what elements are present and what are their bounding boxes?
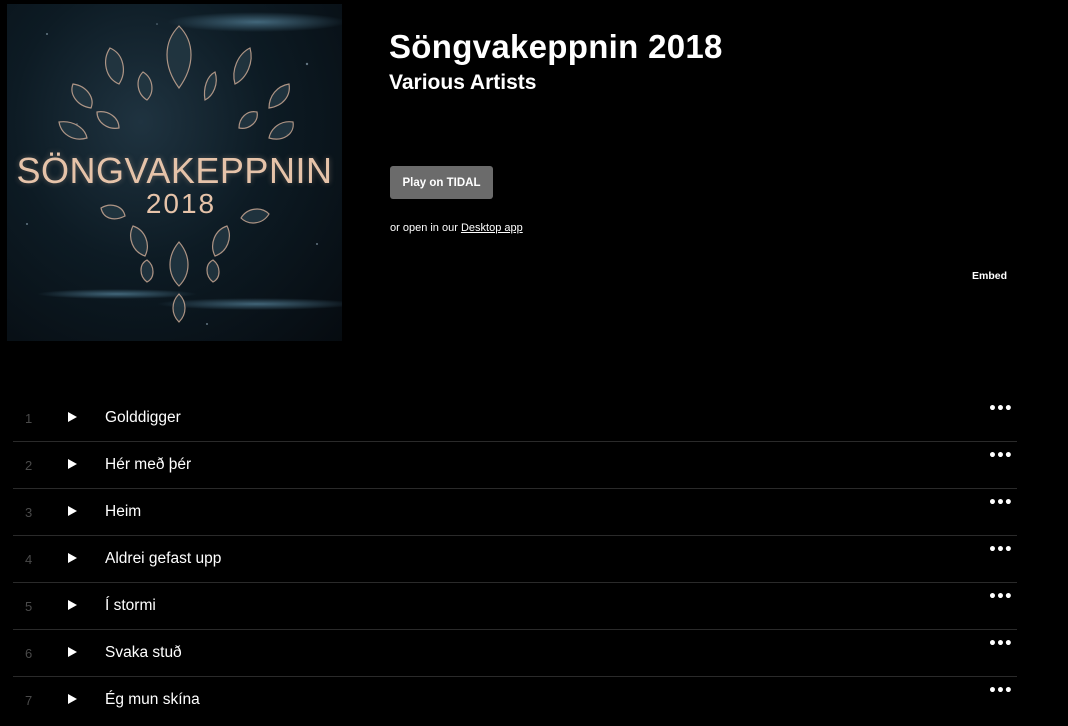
open-in-desktop-line: or open in our Desktop app <box>390 222 523 234</box>
track-row[interactable]: 7 Ég mun skína ••• <box>13 677 1017 724</box>
play-icon[interactable] <box>68 506 77 516</box>
ellipsis-icon[interactable]: ••• <box>988 683 1013 699</box>
track-title[interactable]: Í stormi <box>105 597 156 615</box>
play-icon[interactable] <box>68 553 77 563</box>
ellipsis-icon[interactable]: ••• <box>988 636 1013 652</box>
desktop-app-link[interactable]: Desktop app <box>461 222 523 234</box>
track-title[interactable]: Aldrei gefast upp <box>105 550 221 568</box>
track-row[interactable]: 2 Hér með þér ••• <box>13 442 1017 489</box>
album-page: SÖNGVAKEPPNIN 2018 Söngvakeppnin 2018 Va… <box>0 0 1068 726</box>
track-row[interactable]: 3 Heim ••• <box>13 489 1017 536</box>
play-icon[interactable] <box>68 694 77 704</box>
ellipsis-icon[interactable]: ••• <box>988 589 1013 605</box>
album-artist[interactable]: Various Artists <box>389 71 536 95</box>
track-row[interactable]: 6 Svaka stuð ••• <box>13 630 1017 677</box>
ellipsis-icon[interactable]: ••• <box>988 448 1013 464</box>
ellipsis-icon[interactable]: ••• <box>988 401 1013 417</box>
track-title[interactable]: Svaka stuð <box>105 644 182 662</box>
track-title[interactable]: Golddigger <box>105 409 181 427</box>
track-number: 5 <box>25 599 33 614</box>
play-icon[interactable] <box>68 459 77 469</box>
track-list: 1 Golddigger ••• 2 Hér með þér ••• 3 Hei… <box>13 395 1017 724</box>
track-title[interactable]: Ég mun skína <box>105 691 200 709</box>
track-row[interactable]: 4 Aldrei gefast upp ••• <box>13 536 1017 583</box>
play-icon[interactable] <box>68 412 77 422</box>
play-icon[interactable] <box>68 647 77 657</box>
play-icon[interactable] <box>68 600 77 610</box>
cover-title-text: SÖNGVAKEPPNIN <box>16 150 333 191</box>
ellipsis-icon[interactable]: ••• <box>988 495 1013 511</box>
album-title: Söngvakeppnin 2018 <box>389 28 723 65</box>
track-row[interactable]: 5 Í stormi ••• <box>13 583 1017 630</box>
ellipsis-icon[interactable]: ••• <box>988 542 1013 558</box>
track-number: 2 <box>25 458 33 473</box>
track-number: 4 <box>25 552 33 567</box>
album-cover: SÖNGVAKEPPNIN 2018 <box>7 4 342 341</box>
open-prefix-text: or open in our <box>390 222 458 234</box>
track-number: 3 <box>25 505 33 520</box>
track-number: 6 <box>25 646 33 661</box>
track-title[interactable]: Heim <box>105 503 141 521</box>
track-number: 1 <box>25 411 33 426</box>
embed-link[interactable]: Embed <box>972 270 1007 282</box>
track-number: 7 <box>25 693 33 708</box>
cover-year-text: 2018 <box>145 188 217 219</box>
track-row[interactable]: 1 Golddigger ••• <box>13 395 1017 442</box>
track-title[interactable]: Hér með þér <box>105 456 191 474</box>
play-on-tidal-button[interactable]: Play on TIDAL <box>390 166 493 199</box>
